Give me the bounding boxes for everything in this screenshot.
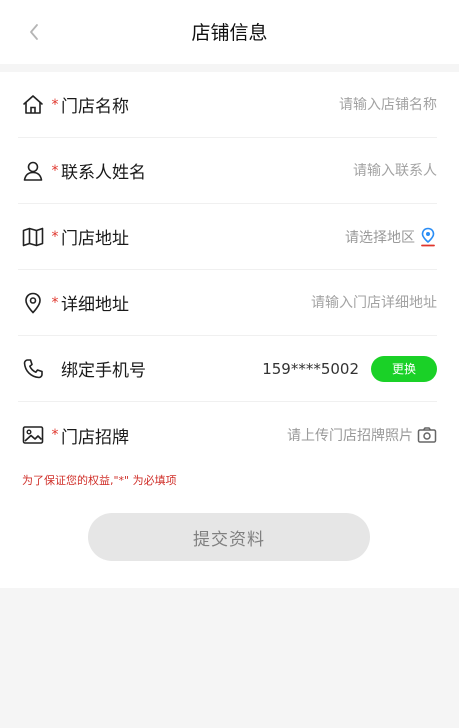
submit-button[interactable]: 提交资料 [88, 513, 370, 561]
required-mark: * [51, 427, 59, 443]
store-sign-row[interactable]: * 门店招牌 请上传门店招牌照片 [18, 402, 437, 468]
top-bar: 店铺信息 [0, 0, 459, 64]
map-icon [20, 224, 46, 250]
contact-name-label: 联系人姓名 [61, 163, 146, 183]
camera-icon[interactable] [417, 426, 437, 444]
detail-address-label: 详细地址 [61, 295, 129, 315]
person-icon [20, 158, 46, 184]
required-mark: * [51, 228, 59, 245]
store-address-label: 门店地址 [61, 229, 129, 249]
bind-phone-label: 绑定手机号 [61, 361, 146, 381]
image-icon [20, 422, 46, 448]
detail-address-input[interactable] [237, 294, 437, 311]
home-icon [20, 92, 46, 118]
required-mark: * [51, 162, 59, 179]
detail-address-row[interactable]: * 详细地址 [18, 270, 437, 336]
region-select[interactable]: 请选择地区 [345, 227, 415, 247]
store-name-label: 门店名称 [61, 97, 129, 117]
bind-phone-row: 绑定手机号 159****5002 更换 [18, 336, 437, 402]
store-form: * 门店名称 * 联系人姓名 * 门店地址 请选择地区 [0, 72, 459, 588]
required-mark: * [51, 96, 59, 113]
phone-icon [20, 356, 46, 382]
store-address-row[interactable]: * 门店地址 请选择地区 [18, 204, 437, 270]
upload-sign-photo[interactable]: 请上传门店招牌照片 [287, 425, 413, 445]
phone-number: 159****5002 [262, 359, 359, 378]
location-icon [20, 290, 46, 316]
store-name-input[interactable] [247, 96, 437, 113]
store-sign-label: 门店招牌 [61, 427, 129, 448]
store-name-row[interactable]: * 门店名称 [18, 72, 437, 138]
contact-name-input[interactable] [247, 162, 437, 179]
required-notice: 为了保证您的权益,"*" 为必填项 [22, 474, 177, 487]
page-title: 店铺信息 [191, 22, 268, 44]
contact-name-row[interactable]: * 联系人姓名 [18, 138, 437, 204]
change-phone-button[interactable]: 更换 [371, 355, 437, 382]
required-mark: * [51, 294, 59, 311]
location-pin-icon[interactable] [419, 227, 437, 247]
